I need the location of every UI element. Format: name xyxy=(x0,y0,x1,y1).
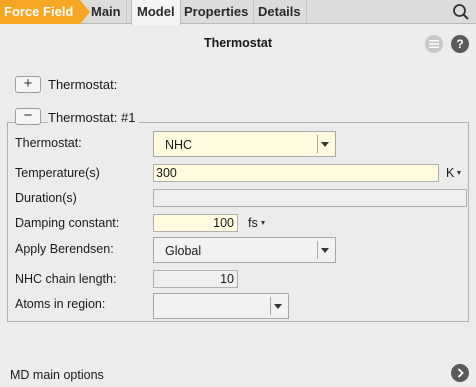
dropdown-separator xyxy=(317,135,318,153)
atoms-region-label: Atoms in region: xyxy=(15,297,106,311)
damping-unit: fs xyxy=(248,216,258,230)
damping-label: Damping constant: xyxy=(15,216,120,230)
damping-unit-dropdown[interactable]: fs xyxy=(248,216,265,230)
md-main-options-button[interactable] xyxy=(451,364,469,382)
page-title: Thermostat xyxy=(203,36,273,50)
tab-model[interactable]: Model xyxy=(131,0,181,25)
expand-button[interactable]: + xyxy=(15,76,41,93)
tab-bar: Force Field Main Model Properties Detail… xyxy=(0,0,476,25)
tab-main[interactable]: Main xyxy=(86,0,127,24)
chevron-down-icon xyxy=(321,142,329,147)
damping-input[interactable]: 100 xyxy=(153,214,238,232)
md-main-options-label: MD main options xyxy=(10,368,104,382)
berendsen-label: Apply Berendsen: xyxy=(15,242,114,256)
nhc-chain-value: 10 xyxy=(220,272,234,286)
thermostat-value: NHC xyxy=(165,138,193,152)
thermostat-dropdown[interactable]: NHC xyxy=(153,131,336,157)
temperature-unit-dropdown[interactable]: K xyxy=(446,166,462,180)
chevron-down-icon xyxy=(274,304,282,309)
expanded-section-label: Thermostat: #1 xyxy=(48,110,140,125)
damping-value: 100 xyxy=(213,216,234,230)
temperature-label: Temperature(s) xyxy=(15,166,100,180)
berendsen-value: Global xyxy=(165,244,202,258)
duration-label: Duration(s) xyxy=(15,191,77,205)
temperature-input[interactable]: 300 xyxy=(153,164,439,182)
hamburger-icon xyxy=(429,40,439,48)
berendsen-dropdown[interactable]: Global xyxy=(153,237,336,263)
menu-button[interactable] xyxy=(425,35,443,53)
tab-details[interactable]: Details xyxy=(253,0,307,24)
tab-properties[interactable]: Properties xyxy=(179,0,255,24)
temperature-unit: K xyxy=(446,166,455,180)
search-icon[interactable] xyxy=(452,3,470,21)
collapsed-section-label: Thermostat: xyxy=(48,77,118,92)
nhc-chain-label: NHC chain length: xyxy=(15,272,117,286)
atoms-region-dropdown[interactable] xyxy=(153,293,289,319)
nhc-chain-input[interactable]: 10 xyxy=(153,270,238,288)
chevron-right-icon xyxy=(457,368,464,378)
caret-down-icon xyxy=(457,171,462,175)
temperature-value: 300 xyxy=(156,166,177,180)
dropdown-separator xyxy=(270,297,271,315)
caret-down-icon xyxy=(260,221,265,225)
breadcrumb-force-field[interactable]: Force Field xyxy=(0,0,90,24)
thermostat-label: Thermostat: xyxy=(15,136,82,150)
duration-input[interactable] xyxy=(153,189,467,207)
collapse-button[interactable]: − xyxy=(15,108,41,125)
dropdown-separator xyxy=(317,241,318,259)
help-button[interactable]: ? xyxy=(451,35,469,53)
chevron-down-icon xyxy=(321,248,329,253)
